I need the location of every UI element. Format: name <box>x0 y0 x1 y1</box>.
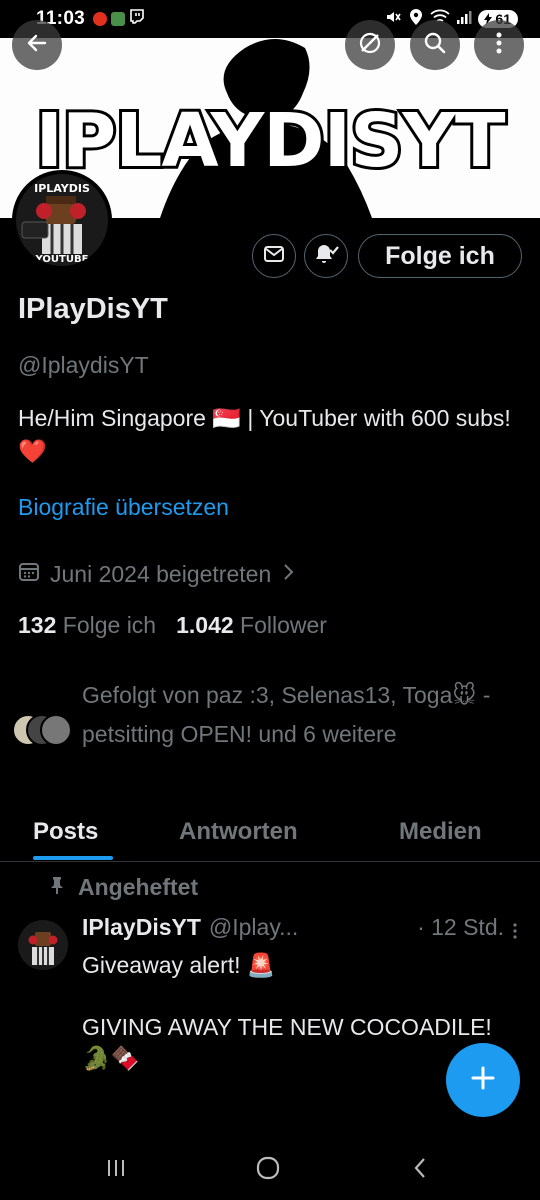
translate-bio-link[interactable]: Biografie übersetzen <box>18 494 229 521</box>
avatar-image: IPLAYDIS YOUTUBE <box>16 174 108 266</box>
recent-apps-button[interactable] <box>96 1154 136 1186</box>
pinned-label: Angeheftet <box>48 874 198 901</box>
record-dot-icon <box>93 12 108 26</box>
profile-handle: @IplaydisYT <box>18 352 149 378</box>
display-name: IPlayDisYT <box>18 293 168 325</box>
joined-text: Juni 2024 beigetreten <box>50 560 272 587</box>
followers-stat[interactable]: 1.042 Follower <box>176 612 327 639</box>
signal-icon <box>456 9 472 30</box>
tab-replies[interactable]: Antworten <box>179 818 298 846</box>
post-author-avatar[interactable] <box>18 920 68 970</box>
pinned-text: Angeheftet <box>78 874 199 900</box>
post-author-name[interactable]: IPlayDisYT <box>82 914 201 941</box>
post-text[interactable]: Giveaway alert! 🚨 GIVING AWAY THE NEW CO… <box>82 950 512 1074</box>
search-icon <box>423 31 447 60</box>
following-button[interactable]: Folge ich <box>358 234 522 278</box>
notifications-button[interactable] <box>304 234 348 278</box>
followed-by-avatars[interactable] <box>12 714 76 746</box>
envelope-icon <box>263 245 285 268</box>
back-arrow-icon <box>25 31 49 60</box>
profile-bio: He/Him Singapore 🇸🇬 | YouTuber with 600 … <box>18 405 511 464</box>
tab-posts[interactable]: Posts <box>33 818 98 846</box>
post-more-icon[interactable] <box>512 922 518 945</box>
app-icon <box>111 12 126 26</box>
followed-by-text[interactable]: Gefolgt von paz :3, Selenas13, Toga🐭 - p… <box>82 676 522 754</box>
message-button[interactable] <box>252 234 296 278</box>
avatar-text-top: IPLAYDIS <box>34 182 90 195</box>
following-count: 132 <box>18 612 57 638</box>
followers-count: 1.042 <box>176 612 234 638</box>
profile-tabs: Posts Antworten Medien <box>0 808 540 862</box>
chevron-left-icon <box>412 1156 428 1185</box>
more-vertical-icon <box>495 31 503 60</box>
back-button[interactable] <box>12 20 62 70</box>
active-tab-indicator <box>33 856 113 860</box>
calendar-icon <box>18 560 40 588</box>
post-timestamp[interactable]: · 12 Std. <box>417 914 504 941</box>
plus-icon <box>470 1065 496 1096</box>
home-icon <box>255 1155 281 1186</box>
system-navigation-bar <box>0 1140 540 1200</box>
avatar-text-bottom: YOUTUBE <box>35 254 89 265</box>
banner-title: IPLAYDISYT <box>32 95 508 187</box>
twitch-icon <box>129 8 145 30</box>
avatar <box>40 714 72 746</box>
post-header: IPlayDisYT @Iplay... · 12 Std. <box>82 914 522 941</box>
avatar-image <box>18 920 68 970</box>
search-button[interactable] <box>410 20 460 70</box>
tab-media[interactable]: Medien <box>399 818 482 846</box>
following-label: Folge ich <box>62 612 157 638</box>
home-button[interactable] <box>248 1154 288 1186</box>
chevron-right-icon <box>281 561 295 588</box>
status-bar: 11:03 61 <box>0 0 540 38</box>
back-nav-button[interactable] <box>400 1154 440 1186</box>
joined-date[interactable]: Juni 2024 beigetreten <box>18 560 295 588</box>
post-author-handle[interactable]: @Iplay... <box>209 914 298 941</box>
grok-button[interactable] <box>345 20 395 70</box>
compose-post-button[interactable] <box>446 1043 520 1117</box>
grok-icon <box>357 30 383 61</box>
pin-icon <box>48 874 66 901</box>
followers-label: Follower <box>240 612 327 638</box>
recents-icon <box>105 1157 127 1184</box>
profile-avatar[interactable]: IPLAYDIS YOUTUBE <box>12 170 112 270</box>
follow-stats: 132 Folge ich 1.042 Follower <box>18 612 327 639</box>
more-options-button[interactable] <box>474 20 524 70</box>
bell-check-icon <box>313 242 339 271</box>
following-stat[interactable]: 132 Folge ich <box>18 612 156 639</box>
